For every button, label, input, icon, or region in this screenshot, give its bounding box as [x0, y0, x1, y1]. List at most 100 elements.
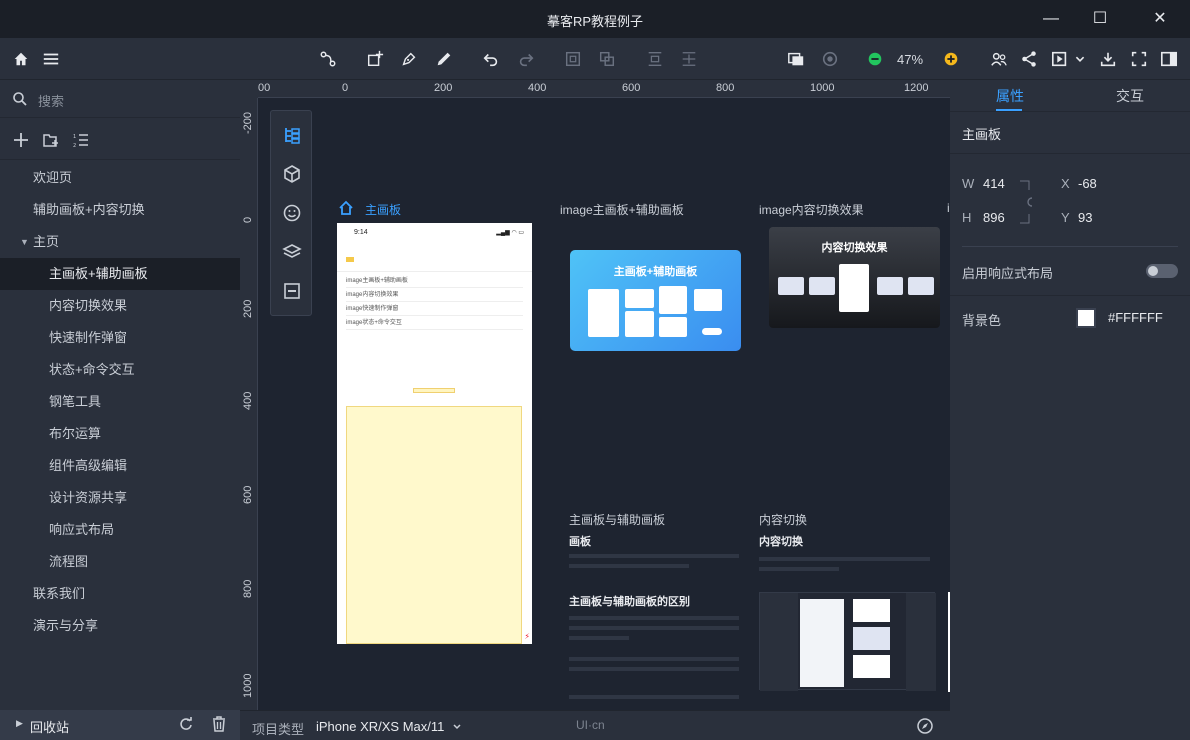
minimize-button[interactable]: — [1040, 8, 1062, 30]
menu-line[interactable]: image主画板+辅助画板 [346, 274, 523, 288]
width-input[interactable]: 414 [983, 176, 1005, 191]
page-label: 设计资源共享 [49, 490, 128, 505]
align-icon[interactable] [645, 49, 665, 69]
fullscreen-icon[interactable] [1129, 49, 1149, 69]
chevron-down-icon[interactable]: ▼ [20, 226, 29, 258]
page-content-switch[interactable]: 内容切换效果 [0, 290, 240, 322]
pen-icon[interactable] [399, 49, 419, 69]
page-main-artboard[interactable]: 主画板+辅助画板 [0, 258, 240, 290]
preview-frame-icon[interactable] [786, 49, 806, 69]
x-input[interactable]: -68 [1078, 176, 1097, 191]
menu-icon[interactable] [41, 49, 61, 69]
page-pen-tool[interactable]: 钢笔工具 [0, 386, 240, 418]
panel-icon[interactable] [1159, 49, 1179, 69]
project-type-select[interactable]: iPhone XR/XS Max/11 [316, 719, 444, 734]
lock-ratio-icon[interactable] [1020, 180, 1034, 224]
maximize-button[interactable]: ☐ [1089, 8, 1111, 30]
page-artboard-switch[interactable]: 辅助画板+内容切换 [0, 194, 240, 226]
width-label: W [962, 176, 975, 191]
layers-icon[interactable] [282, 242, 302, 262]
board3-label[interactable]: image内容切换效果 [759, 201, 864, 218]
chevron-down-icon[interactable] [451, 721, 463, 733]
redo-icon[interactable] [516, 49, 536, 69]
y-input[interactable]: 93 [1078, 210, 1092, 225]
sort-list-icon[interactable]: 12 [72, 131, 90, 149]
mini-card [625, 311, 654, 337]
play-icon[interactable] [1050, 49, 1070, 69]
page-component-edit[interactable]: 组件高级编辑 [0, 450, 240, 482]
share-icon[interactable] [1019, 49, 1039, 69]
board2-label[interactable]: image主画板+辅助画板 [560, 201, 684, 218]
distribute-icon[interactable] [679, 49, 699, 69]
bg-color-swatch[interactable] [1076, 308, 1096, 328]
ruler-tick: 1200 [904, 82, 929, 94]
add-folder-icon[interactable] [42, 131, 60, 149]
layers-tree-icon[interactable] [282, 125, 302, 145]
mini-card [625, 289, 654, 308]
mini-card [659, 317, 687, 337]
add-page-plus-icon[interactable] [12, 131, 30, 149]
page-design-share[interactable]: 设计资源共享 [0, 482, 240, 514]
screenshot-preview[interactable] [759, 592, 936, 691]
close-button[interactable]: ✕ [1149, 8, 1171, 30]
page-responsive[interactable]: 响应式布局 [0, 514, 240, 546]
zoom-level[interactable]: 47% [897, 52, 923, 67]
search-placeholder[interactable]: 搜索 [38, 91, 64, 110]
height-input[interactable]: 896 [983, 210, 1005, 225]
master-page-icon[interactable] [282, 281, 302, 301]
hotspot-bar[interactable] [413, 388, 455, 393]
page-boolean[interactable]: 布尔运算 [0, 418, 240, 450]
ruler-tick: 600 [622, 82, 641, 94]
download-icon[interactable] [1098, 49, 1118, 69]
compass-icon[interactable] [916, 717, 934, 735]
trash-icon[interactable] [211, 716, 227, 732]
ruler-tick: 400 [242, 391, 254, 410]
thumbnail-content-switch[interactable]: 内容切换效果 [769, 227, 940, 328]
ungroup-icon[interactable] [597, 49, 617, 69]
dynamic-panel[interactable] [346, 406, 522, 644]
zoom-in-icon[interactable] [941, 49, 961, 69]
page-home-folder[interactable]: ▼ 主页 [0, 226, 240, 258]
tab-properties[interactable]: 属性 [996, 86, 1024, 106]
ruler-tick: 1000 [242, 673, 254, 698]
watermark-logo: UI·cn [576, 718, 605, 732]
chevron-right-icon[interactable]: ▶ [16, 718, 23, 729]
undo-icon[interactable] [481, 49, 501, 69]
team-icon[interactable] [989, 49, 1009, 69]
group-icon[interactable] [563, 49, 583, 69]
zoom-out-icon[interactable] [865, 49, 885, 69]
home-icon[interactable] [11, 49, 31, 69]
page-contact[interactable]: 联系我们 [0, 578, 240, 610]
page-search[interactable]: 搜索 [0, 80, 240, 118]
chevron-down-icon[interactable] [1070, 49, 1090, 69]
target-icon[interactable] [820, 49, 840, 69]
ruler-tick: 800 [242, 579, 254, 598]
main-artboard[interactable]: 9:14 ▂▄▆ ◠ ▭ image主画板+辅助画板 image内容切换效果 i… [337, 223, 532, 644]
menu-line[interactable]: image状态+命令交互 [346, 316, 523, 330]
connector-icon[interactable] [318, 49, 338, 69]
menu-line[interactable]: image内容切换效果 [346, 288, 523, 302]
thumbnail-main-aux[interactable]: 主画板+辅助画板 [570, 250, 741, 351]
add-page-icon[interactable] [365, 49, 385, 69]
divider [962, 246, 1178, 247]
tab-interaction[interactable]: 交互 [1116, 86, 1144, 106]
page-flowchart[interactable]: 流程图 [0, 546, 240, 578]
page-demo-share[interactable]: 演示与分享 [0, 610, 240, 642]
doc2-label[interactable]: 内容切换 [759, 511, 807, 528]
design-canvas[interactable]: 00 0 200 400 600 800 1000 1200 -200 0 20… [240, 80, 950, 710]
doc1-label[interactable]: 主画板与辅助画板 [569, 511, 665, 528]
page-state-command[interactable]: 状态+命令交互 [0, 354, 240, 386]
responsive-toggle[interactable] [1146, 264, 1178, 278]
page-quick-popup[interactable]: 快速制作弹窗 [0, 322, 240, 354]
restore-icon[interactable] [178, 716, 194, 732]
recycle-bin[interactable]: ▶ 回收站 [0, 710, 240, 740]
mini-card [877, 277, 903, 295]
text-line [569, 657, 739, 661]
page-welcome[interactable]: 欢迎页 [0, 162, 240, 194]
emoji-icon[interactable] [282, 203, 302, 223]
bg-color-value[interactable]: #FFFFFF [1108, 310, 1163, 325]
main-board-label[interactable]: 主画板 [365, 201, 401, 218]
menu-line[interactable]: image快速制作弹窗 [346, 302, 523, 316]
component-cube-icon[interactable] [282, 164, 302, 184]
pencil-icon[interactable] [434, 49, 454, 69]
